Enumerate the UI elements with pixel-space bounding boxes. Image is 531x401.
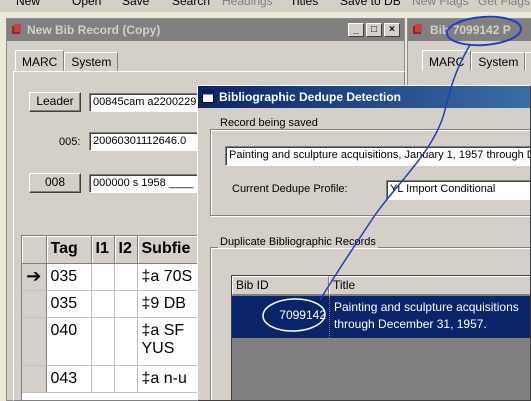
- table-row[interactable]: 040 ‡a SF YUS: [22, 317, 200, 366]
- leader-field[interactable]: 00845cam a2200229: [89, 93, 199, 112]
- cell-subfield[interactable]: ‡a SF YUS: [137, 317, 200, 366]
- bib-record-titlebar[interactable]: New Bib Record (Copy) _ □ ×: [7, 19, 404, 41]
- grid-header-i1[interactable]: I1: [91, 236, 115, 264]
- duplicate-bib-id: 7099142: [279, 308, 326, 322]
- bib-record-title: New Bib Record (Copy): [27, 23, 161, 37]
- toolbar-new[interactable]: New: [16, 0, 40, 8]
- cell-i1[interactable]: [91, 365, 115, 393]
- cell-i2[interactable]: [114, 317, 138, 366]
- grid-corner: [22, 236, 47, 264]
- cell-subfield-line1: ‡a SF: [141, 321, 185, 339]
- toolbar-save[interactable]: Save: [122, 0, 149, 8]
- tab-holdings[interactable]: H: [525, 52, 531, 71]
- column-bib-id[interactable]: Bib ID: [232, 276, 329, 295]
- cell-tag[interactable]: 040: [46, 317, 92, 366]
- list-item[interactable]: 7099142 Painting and sculpture acquisiti…: [232, 296, 530, 338]
- toolbar-open[interactable]: Open: [72, 0, 101, 8]
- grid-header-tag[interactable]: Tag: [46, 236, 92, 264]
- duplicates-list-header: Bib ID Title: [232, 276, 530, 295]
- bib-tabs: MARC System: [15, 50, 119, 71]
- tab-marc[interactable]: MARC: [15, 50, 65, 71]
- duplicates-list: Bib ID Title 7099142 Painting and sculpt…: [231, 275, 530, 400]
- duplicate-title-line2: through December 31, 1957.: [334, 317, 487, 331]
- profile-label: Current Dedupe Profile:: [232, 183, 348, 195]
- profile-field: YL Import Conditional: [386, 180, 530, 200]
- window-controls: _ □ ×: [348, 23, 400, 37]
- existing-bib-title-suffix: P: [502, 23, 511, 37]
- main-toolbar: New Open Save Search Headings Titles Sav…: [0, 0, 531, 12]
- tab-system[interactable]: System: [471, 52, 526, 71]
- leader-button[interactable]: Leader: [29, 92, 81, 112]
- close-button[interactable]: ×: [384, 23, 400, 37]
- cell-subfield[interactable]: ‡a n-u: [137, 365, 200, 393]
- cell-i2[interactable]: [114, 290, 138, 318]
- toolbar-titles[interactable]: Titles: [290, 0, 318, 8]
- field-005-input[interactable]: 20060301112646.0: [89, 132, 199, 151]
- existing-bib-title-number: 7099142: [452, 23, 500, 37]
- record-title-field: Painting and sculpture acquisitions, Jan…: [225, 146, 530, 166]
- row-pointer-icon: ➔: [22, 263, 47, 291]
- record-being-saved-group: [210, 129, 530, 216]
- table-row[interactable]: 035 ‡9 DB: [22, 290, 200, 318]
- cell-i2[interactable]: [114, 365, 138, 393]
- record-being-saved-label: Record being saved: [218, 117, 320, 129]
- cell-subfield-line2: YUS: [141, 339, 175, 357]
- minimize-button[interactable]: _: [348, 23, 364, 37]
- dedupe-titlebar[interactable]: Bibliographic Dedupe Detection: [198, 86, 530, 108]
- dedupe-title: Bibliographic Dedupe Detection: [219, 90, 402, 104]
- row-selector: [22, 317, 47, 366]
- existing-bib-title-prefix: Bib: [430, 23, 450, 37]
- toolbar-headings[interactable]: Headings: [222, 0, 273, 8]
- tab-system[interactable]: System: [64, 52, 119, 71]
- grid-header-i2[interactable]: I2: [114, 236, 138, 264]
- toolbar-new-flags[interactable]: New Flags: [412, 0, 469, 8]
- cell-tag[interactable]: 035: [46, 263, 92, 291]
- cell-subfield[interactable]: ‡a 70S: [137, 263, 200, 291]
- cell-tag[interactable]: 035: [46, 290, 92, 318]
- cell-i1[interactable]: [91, 290, 115, 318]
- table-row[interactable]: ➔ 035 ‡a 70S: [22, 263, 200, 291]
- row-selector: [22, 365, 47, 393]
- grid-header-subfield[interactable]: Subfie: [137, 236, 200, 264]
- toolbar-save-to-db[interactable]: Save to DB: [340, 0, 401, 8]
- table-row[interactable]: 043 ‡a n-u: [22, 365, 200, 393]
- row-selector: [22, 290, 47, 318]
- toolbar-get-flags[interactable]: Get Flags: [478, 0, 530, 8]
- column-title[interactable]: Title: [329, 276, 530, 295]
- cell-i2[interactable]: [114, 263, 138, 291]
- existing-bib-tabs: MARC System H: [422, 50, 531, 71]
- field-008-button[interactable]: 008: [29, 173, 81, 193]
- field-005-label: 005:: [59, 136, 81, 148]
- existing-bib-titlebar[interactable]: Bib 7099142 P: [408, 19, 531, 41]
- duplicate-title: Painting and sculpture acquisitions thro…: [329, 296, 530, 338]
- window-icon: [202, 91, 214, 103]
- duplicate-title-line1: Painting and sculpture acquisitions: [334, 300, 519, 314]
- cell-i1[interactable]: [91, 263, 115, 291]
- toolbar-search[interactable]: Search: [172, 0, 210, 8]
- tab-marc[interactable]: MARC: [422, 50, 472, 71]
- maximize-button[interactable]: □: [366, 23, 382, 37]
- field-008-input[interactable]: 000000 s 1958 ____: [89, 174, 199, 193]
- cell-subfield[interactable]: ‡9 DB: [137, 290, 200, 318]
- dedupe-dialog: Bibliographic Dedupe Detection Record be…: [197, 85, 531, 401]
- bib-record-icon: [413, 24, 422, 34]
- marc-grid: Tag I1 I2 Subfie ➔ 035 ‡a 70S 035 ‡9 DB …: [21, 235, 201, 401]
- cell-tag[interactable]: 043: [46, 365, 92, 393]
- duplicates-label: Duplicate Bibliographic Records: [218, 236, 378, 248]
- bib-record-icon: [12, 24, 21, 34]
- cell-i1[interactable]: [91, 317, 115, 366]
